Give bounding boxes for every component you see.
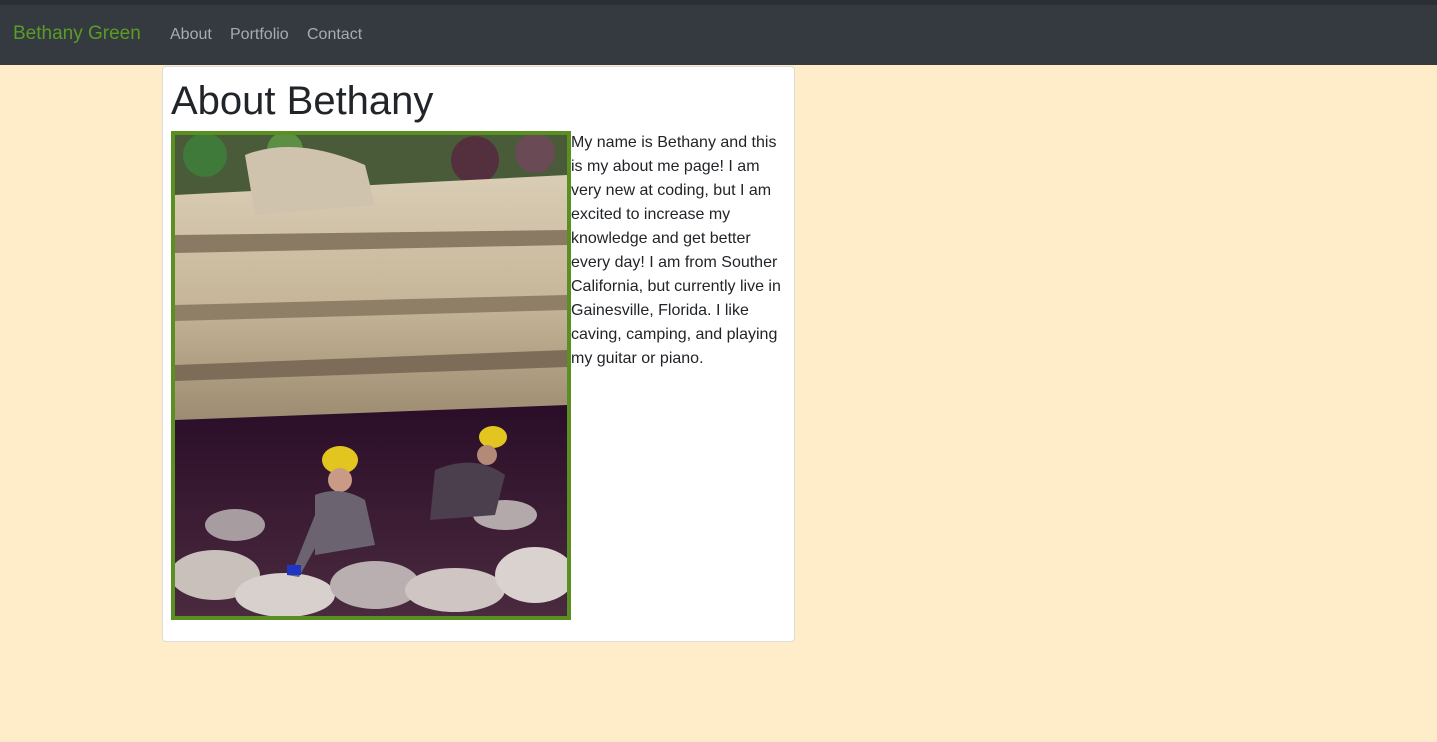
profile-photo <box>171 131 571 620</box>
nav-link-contact[interactable]: Contact <box>307 25 362 45</box>
nav-link-portfolio[interactable]: Portfolio <box>230 25 289 45</box>
bio-text: My name is Bethany and this is my about … <box>571 134 781 367</box>
about-card: About Bethany My name is Bethany and thi… <box>162 66 795 642</box>
cave-photo-graphic <box>175 135 567 616</box>
brand-link[interactable]: Bethany Green <box>13 22 141 46</box>
nav-link-about[interactable]: About <box>170 25 212 45</box>
navbar: Bethany Green About Portfolio Contact <box>0 5 1437 65</box>
page-title: About Bethany <box>171 79 434 123</box>
